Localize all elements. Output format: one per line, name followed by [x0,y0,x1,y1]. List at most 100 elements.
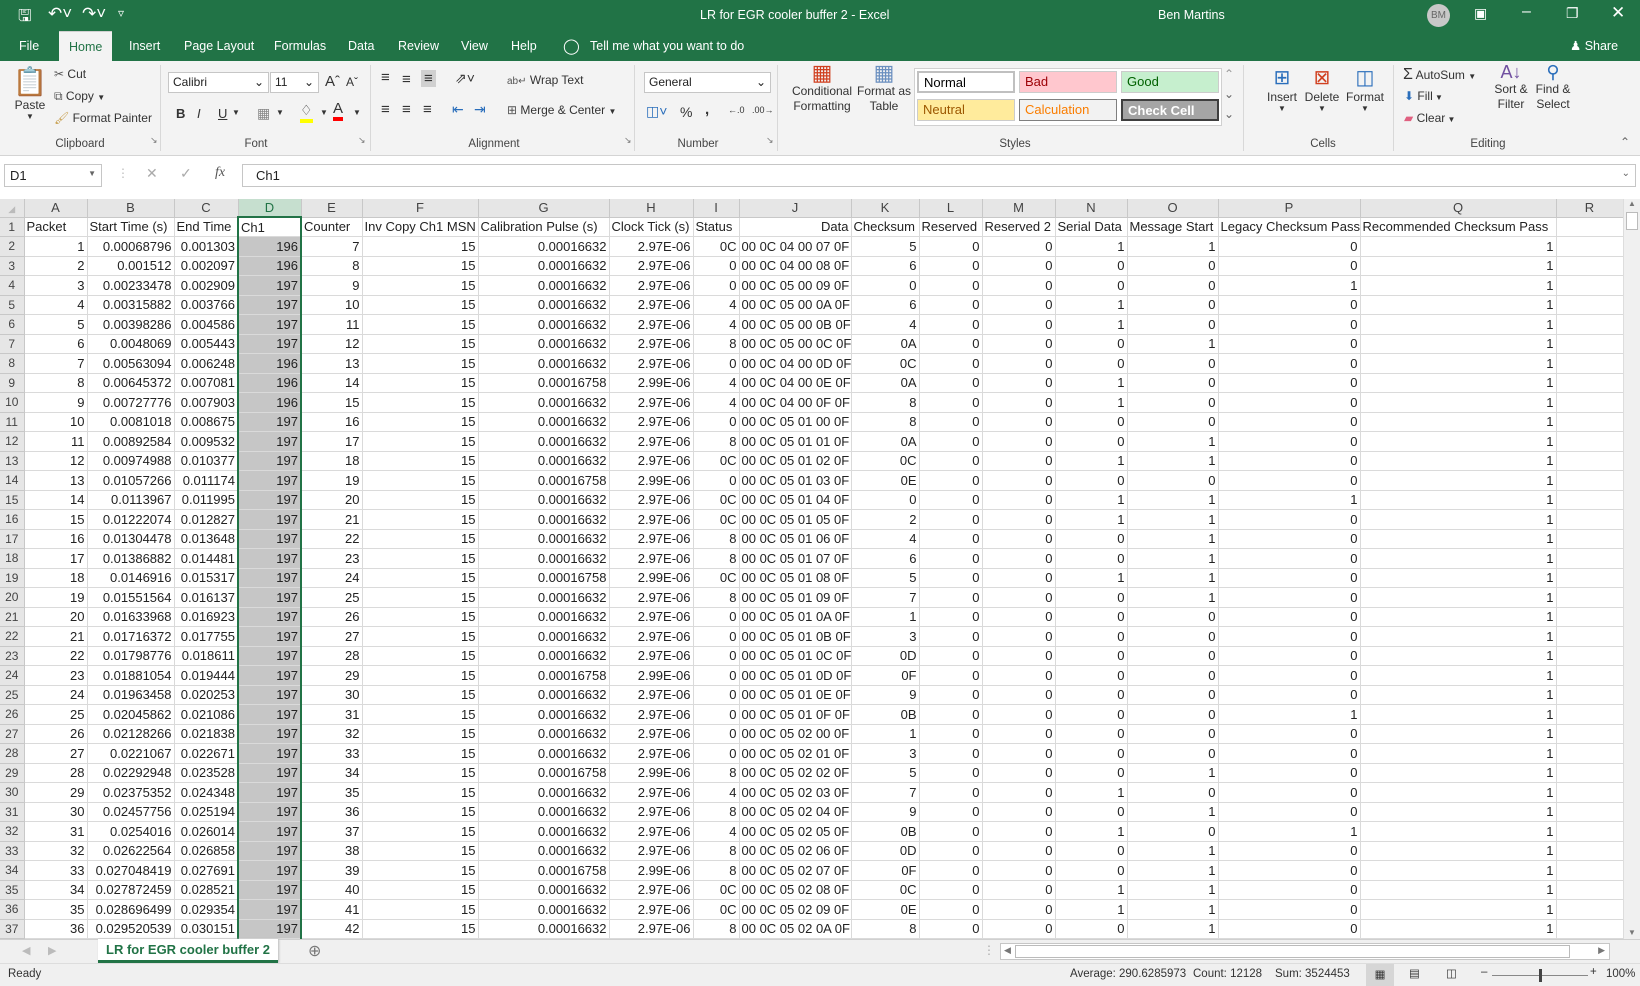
minimize-icon[interactable]: – [1522,3,1531,21]
column-header-r[interactable]: R [1556,199,1623,218]
cell[interactable]: 40 [301,880,363,900]
cell[interactable]: 00 0C 05 02 06 0F [739,841,852,861]
cell[interactable]: 0 [1127,314,1219,335]
cell[interactable]: 00 0C 04 00 0D 0F [739,353,852,374]
cell[interactable]: 0 [1055,743,1128,764]
cell[interactable]: 13 [301,353,363,374]
cell[interactable]: 2.97E-06 [609,412,694,432]
cell[interactable]: 0 [982,353,1056,374]
cell[interactable]: 32 [301,724,363,744]
cell[interactable]: 0.012827 [174,509,239,530]
cell[interactable]: 0.005443 [174,334,239,354]
cell[interactable]: 0 [919,626,983,647]
row-header[interactable]: 16 [0,509,25,530]
column-header-p[interactable]: P [1218,199,1361,218]
cell[interactable]: 0 [919,743,983,764]
cell[interactable]: 0 [693,626,740,647]
gallery-scroll-up-icon[interactable]: ⌃ [1224,67,1234,81]
cell[interactable]: 0 [982,899,1056,920]
cell[interactable]: 0 [982,334,1056,354]
cell[interactable]: 15 [362,392,479,413]
row-header[interactable]: 7 [0,334,25,354]
cell[interactable]: 00 0C 05 01 0C 0F [739,646,852,666]
header-cell[interactable]: End Time [174,217,239,237]
cell[interactable]: 0.00016632 [478,821,610,842]
cell[interactable]: 1 [1055,509,1128,530]
cell[interactable]: 1 [1127,529,1219,549]
cell[interactable]: 26 [24,724,88,744]
cell[interactable]: 1 [1055,314,1128,335]
cell[interactable]: 1 [1360,704,1557,725]
cell[interactable]: 0.007081 [174,373,239,393]
cell[interactable]: 00 0C 04 00 0E 0F [739,373,852,393]
cell[interactable]: 0C [851,451,920,471]
comma-style-button[interactable]: , [705,101,709,118]
cell[interactable] [1556,568,1623,588]
column-header-l[interactable]: L [919,199,983,218]
row-header[interactable]: 19 [0,568,25,588]
cell[interactable]: 0F [851,860,920,881]
header-cell[interactable]: Serial Data [1055,217,1128,237]
cell[interactable]: 5 [24,314,88,335]
cell[interactable]: 0.0081018 [87,412,175,432]
cell[interactable]: 00 0C 04 00 08 0F [739,256,852,276]
cell[interactable]: 0 [1218,392,1361,413]
close-icon[interactable]: ✕ [1611,3,1625,23]
cell[interactable]: 1 [1218,490,1361,510]
row-header[interactable]: 3 [0,256,25,276]
cell[interactable]: 0 [1218,451,1361,471]
cell[interactable]: 2.97E-06 [609,841,694,861]
cell[interactable]: 0 [982,587,1056,608]
cell[interactable]: 16 [24,529,88,549]
cell[interactable] [1556,821,1623,842]
insert-function-button[interactable]: fx [215,165,225,181]
cell[interactable]: 1 [1127,880,1219,900]
row-header[interactable]: 35 [0,880,25,900]
cell[interactable]: 2.97E-06 [609,782,694,803]
cell[interactable]: 4 [24,295,88,315]
cell[interactable]: 0 [982,275,1056,296]
merge-center-button[interactable]: ⊞ Merge & Center ▼ [507,103,616,117]
cell[interactable]: 2 [851,509,920,530]
cell[interactable]: 25 [24,704,88,725]
cell[interactable]: 2.97E-06 [609,685,694,705]
row-header[interactable]: 13 [0,451,25,471]
cell[interactable]: 196 [237,236,302,257]
cell[interactable]: 2.97E-06 [609,548,694,569]
row-header[interactable]: 10 [0,392,25,413]
cell[interactable]: 1 [1360,841,1557,861]
cell[interactable]: 35 [301,782,363,803]
copy-button[interactable]: ⧉ Copy ▼ [54,89,105,104]
column-header-f[interactable]: F [362,199,479,218]
user-name[interactable]: Ben Martins [1158,8,1225,22]
cell[interactable]: 197 [237,685,302,705]
cell[interactable]: 15 [362,743,479,764]
cell[interactable]: 0 [919,802,983,822]
tab-insert[interactable]: Insert [119,31,170,61]
cell[interactable]: 0 [1055,607,1128,627]
cell[interactable]: 14 [24,490,88,510]
cell[interactable]: 1 [1360,587,1557,608]
cell[interactable]: 2.99E-06 [609,665,694,686]
cell[interactable] [1556,665,1623,686]
cell[interactable]: 0.01798776 [87,646,175,666]
cell[interactable]: 6 [851,256,920,276]
format-as-table-button[interactable]: ▦ Format as Table [856,62,912,114]
cell[interactable]: 0 [982,665,1056,686]
cell[interactable]: 197 [237,919,302,939]
cell[interactable]: 0 [982,412,1056,432]
cell[interactable]: 0.00016632 [478,724,610,744]
cell[interactable]: 0 [1127,646,1219,666]
cell[interactable] [1556,236,1623,257]
cell[interactable]: 15 [362,724,479,744]
cell[interactable]: 36 [301,802,363,822]
cell[interactable]: 0 [919,646,983,666]
cell[interactable]: 2.99E-06 [609,763,694,783]
cell[interactable]: 0.00016758 [478,860,610,881]
cell[interactable]: 0 [1218,587,1361,608]
cell[interactable]: 0.01716372 [87,626,175,647]
cell[interactable]: 15 [362,353,479,374]
cell[interactable]: 15 [362,334,479,354]
cell[interactable]: 0 [982,548,1056,569]
cell[interactable]: 0.01222074 [87,509,175,530]
